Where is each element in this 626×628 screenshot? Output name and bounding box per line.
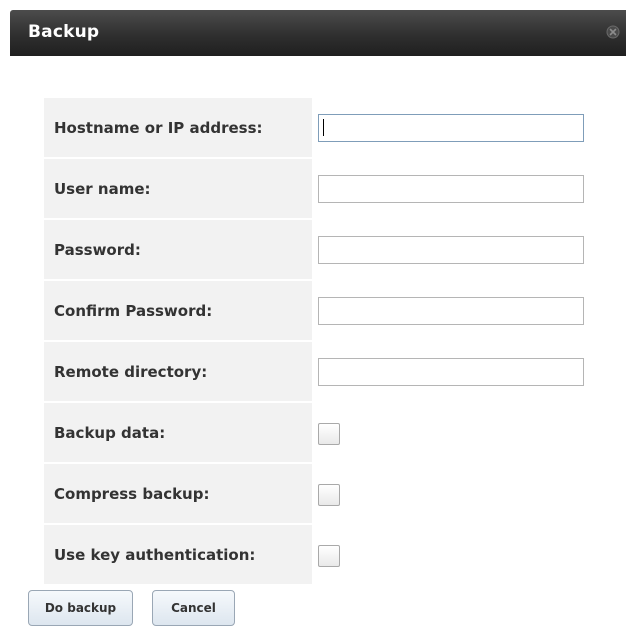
close-icon[interactable] xyxy=(606,25,620,39)
dialog-title: Backup xyxy=(28,22,100,42)
username-input[interactable] xyxy=(318,175,584,203)
remote-directory-label: Remote directory: xyxy=(54,363,208,381)
password-row: Password: xyxy=(44,220,604,281)
compress-backup-row: Compress backup: xyxy=(44,464,604,525)
label-cell: Confirm Password: xyxy=(44,281,312,340)
remote-directory-row: Remote directory: xyxy=(44,342,604,403)
label-cell: Password: xyxy=(44,220,312,279)
label-cell: Backup data: xyxy=(44,403,312,462)
use-key-auth-checkbox[interactable] xyxy=(318,545,340,567)
hostname-row: Hostname or IP address: xyxy=(44,98,604,159)
label-cell: Hostname or IP address: xyxy=(44,98,312,157)
backup-data-checkbox[interactable] xyxy=(318,423,340,445)
compress-backup-checkbox[interactable] xyxy=(318,484,340,506)
hostname-input[interactable] xyxy=(318,114,584,142)
label-cell: User name: xyxy=(44,159,312,218)
backup-data-label: Backup data: xyxy=(54,424,166,442)
confirm-password-label: Confirm Password: xyxy=(54,302,213,320)
remote-directory-input[interactable] xyxy=(318,358,584,386)
label-cell: Compress backup: xyxy=(44,464,312,523)
use-key-auth-row: Use key authentication: xyxy=(44,525,604,586)
cancel-button[interactable]: Cancel xyxy=(152,590,235,626)
backup-form: Hostname or IP address: User name: Passw… xyxy=(44,98,604,586)
text-caret xyxy=(323,119,324,136)
dialog-titlebar[interactable]: Backup xyxy=(10,10,626,56)
compress-backup-label: Compress backup: xyxy=(54,485,210,503)
do-backup-button[interactable]: Do backup xyxy=(28,590,133,626)
password-input[interactable] xyxy=(318,236,584,264)
dialog-buttons: Do backup Cancel xyxy=(28,590,328,628)
username-label: User name: xyxy=(54,180,151,198)
confirm-password-input[interactable] xyxy=(318,297,584,325)
label-cell: Use key authentication: xyxy=(44,525,312,584)
confirm-password-row: Confirm Password: xyxy=(44,281,604,342)
username-row: User name: xyxy=(44,159,604,220)
use-key-auth-label: Use key authentication: xyxy=(54,546,256,564)
backup-dialog: Backup Hostname or IP address: User name… xyxy=(0,0,626,628)
password-label: Password: xyxy=(54,241,141,259)
hostname-label: Hostname or IP address: xyxy=(54,119,263,137)
label-cell: Remote directory: xyxy=(44,342,312,401)
backup-data-row: Backup data: xyxy=(44,403,604,464)
